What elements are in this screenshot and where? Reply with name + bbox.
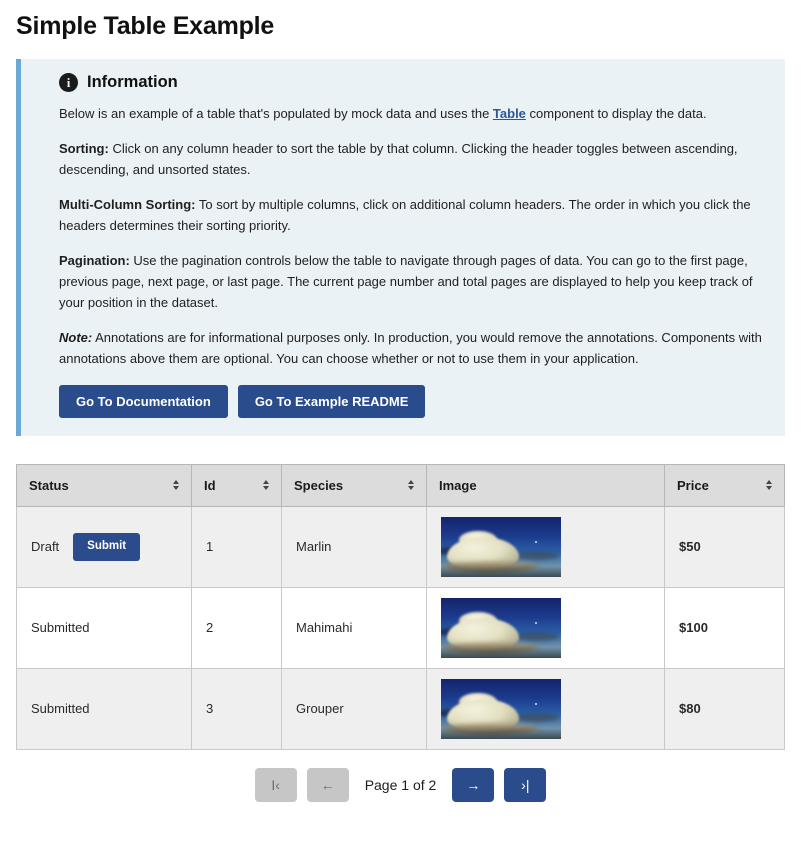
information-panel-title: Information (87, 72, 178, 91)
intro-paragraph: Below is an example of a table that's po… (59, 103, 767, 124)
sorting-text: Click on any column header to sort the t… (59, 140, 738, 177)
sorting-label: Sorting: (59, 140, 109, 156)
pagination-label: Pagination: (59, 252, 130, 268)
previous-page-button[interactable]: ← (306, 767, 349, 802)
cloud-photo-thumbnail (441, 516, 561, 577)
multi-column-sorting-paragraph: Multi-Column Sorting: To sort by multipl… (59, 194, 767, 236)
cell-image (426, 667, 665, 750)
cell-status: Submitted (16, 667, 192, 750)
go-to-documentation-button[interactable]: Go To Documentation (59, 384, 228, 418)
table-header-row: Status Id Species Image Price (16, 463, 785, 507)
page-title: Simple Table Example (16, 12, 275, 40)
column-header-id[interactable]: Id (191, 463, 282, 507)
column-header-price-label: Price (677, 477, 709, 493)
information-panel: i Information Below is an example of a t… (16, 58, 785, 436)
status-text: Submitted (31, 620, 90, 636)
cell-price: $80 (664, 667, 785, 750)
cell-status: Draft Submit (16, 505, 192, 588)
table-header: Status Id Species Image Price (16, 463, 785, 507)
column-header-species[interactable]: Species (281, 463, 427, 507)
table-row: Submitted 2 Mahimahi $100 (16, 586, 785, 669)
cell-species: Grouper (281, 667, 427, 750)
pagination-controls: I‹ ← Page 1 of 2 → ›| (16, 767, 785, 802)
sort-chevrons-icon[interactable] (766, 480, 772, 491)
page-indicator: Page 1 of 2 (364, 776, 437, 793)
pagination-text: Use the pagination controls below the ta… (59, 252, 753, 310)
column-header-image-label: Image (439, 477, 477, 493)
pagination-paragraph: Pagination: Use the pagination controls … (59, 250, 767, 313)
column-header-species-label: Species (294, 477, 344, 493)
go-to-example-readme-button[interactable]: Go To Example README (237, 384, 426, 418)
status-text: Submitted (31, 701, 90, 717)
column-header-status[interactable]: Status (16, 463, 192, 507)
column-header-image[interactable]: Image (426, 463, 665, 507)
information-panel-actions: Go To Documentation Go To Example README (59, 384, 767, 418)
table-component-link[interactable]: Table (493, 106, 526, 121)
info-circle-icon: i (59, 72, 78, 92)
table-row: Submitted 3 Grouper $80 (16, 667, 785, 750)
cloud-photo-thumbnail (441, 678, 561, 739)
information-panel-header: i Information (59, 72, 767, 92)
status-text: Draft (31, 539, 60, 555)
table-body: Draft Submit 1 Marlin $50 Submitted 2 Ma… (16, 505, 785, 750)
note-label: Note: (59, 329, 93, 345)
data-table: Status Id Species Image Price Draft Subm… (16, 463, 785, 750)
column-header-status-label: Status (29, 477, 69, 493)
cell-species: Marlin (281, 505, 427, 588)
note-text: Annotations are for informational purpos… (59, 329, 762, 366)
cell-id: 1 (191, 505, 282, 588)
information-panel-body: Below is an example of a table that's po… (59, 103, 767, 418)
data-table-container: Status Id Species Image Price Draft Subm… (16, 463, 785, 802)
last-page-button[interactable]: ›| (504, 767, 547, 802)
cell-id: 3 (191, 667, 282, 750)
table-row: Draft Submit 1 Marlin $50 (16, 505, 785, 588)
sort-chevrons-icon[interactable] (263, 480, 269, 491)
submit-button[interactable]: Submit (73, 533, 141, 561)
cell-image (426, 505, 665, 588)
column-header-id-label: Id (204, 477, 216, 493)
intro-text-after: component to display the data. (525, 105, 707, 121)
cell-species: Mahimahi (281, 586, 427, 669)
sort-chevrons-icon[interactable] (408, 480, 414, 491)
column-header-price[interactable]: Price (664, 463, 785, 507)
cell-image (426, 586, 665, 669)
sort-chevrons-icon[interactable] (173, 480, 179, 491)
intro-text-before: Below is an example of a table that's po… (59, 105, 493, 121)
cell-price: $100 (664, 586, 785, 669)
cell-price: $50 (664, 505, 785, 588)
first-page-button[interactable]: I‹ (254, 767, 297, 802)
cell-id: 2 (191, 586, 282, 669)
note-paragraph: Note: Annotations are for informational … (59, 327, 767, 369)
multi-column-sorting-label: Multi-Column Sorting: (59, 196, 196, 212)
sorting-paragraph: Sorting: Click on any column header to s… (59, 138, 767, 180)
cell-status: Submitted (16, 586, 192, 669)
cloud-photo-thumbnail (441, 597, 561, 658)
next-page-button[interactable]: → (452, 767, 495, 802)
